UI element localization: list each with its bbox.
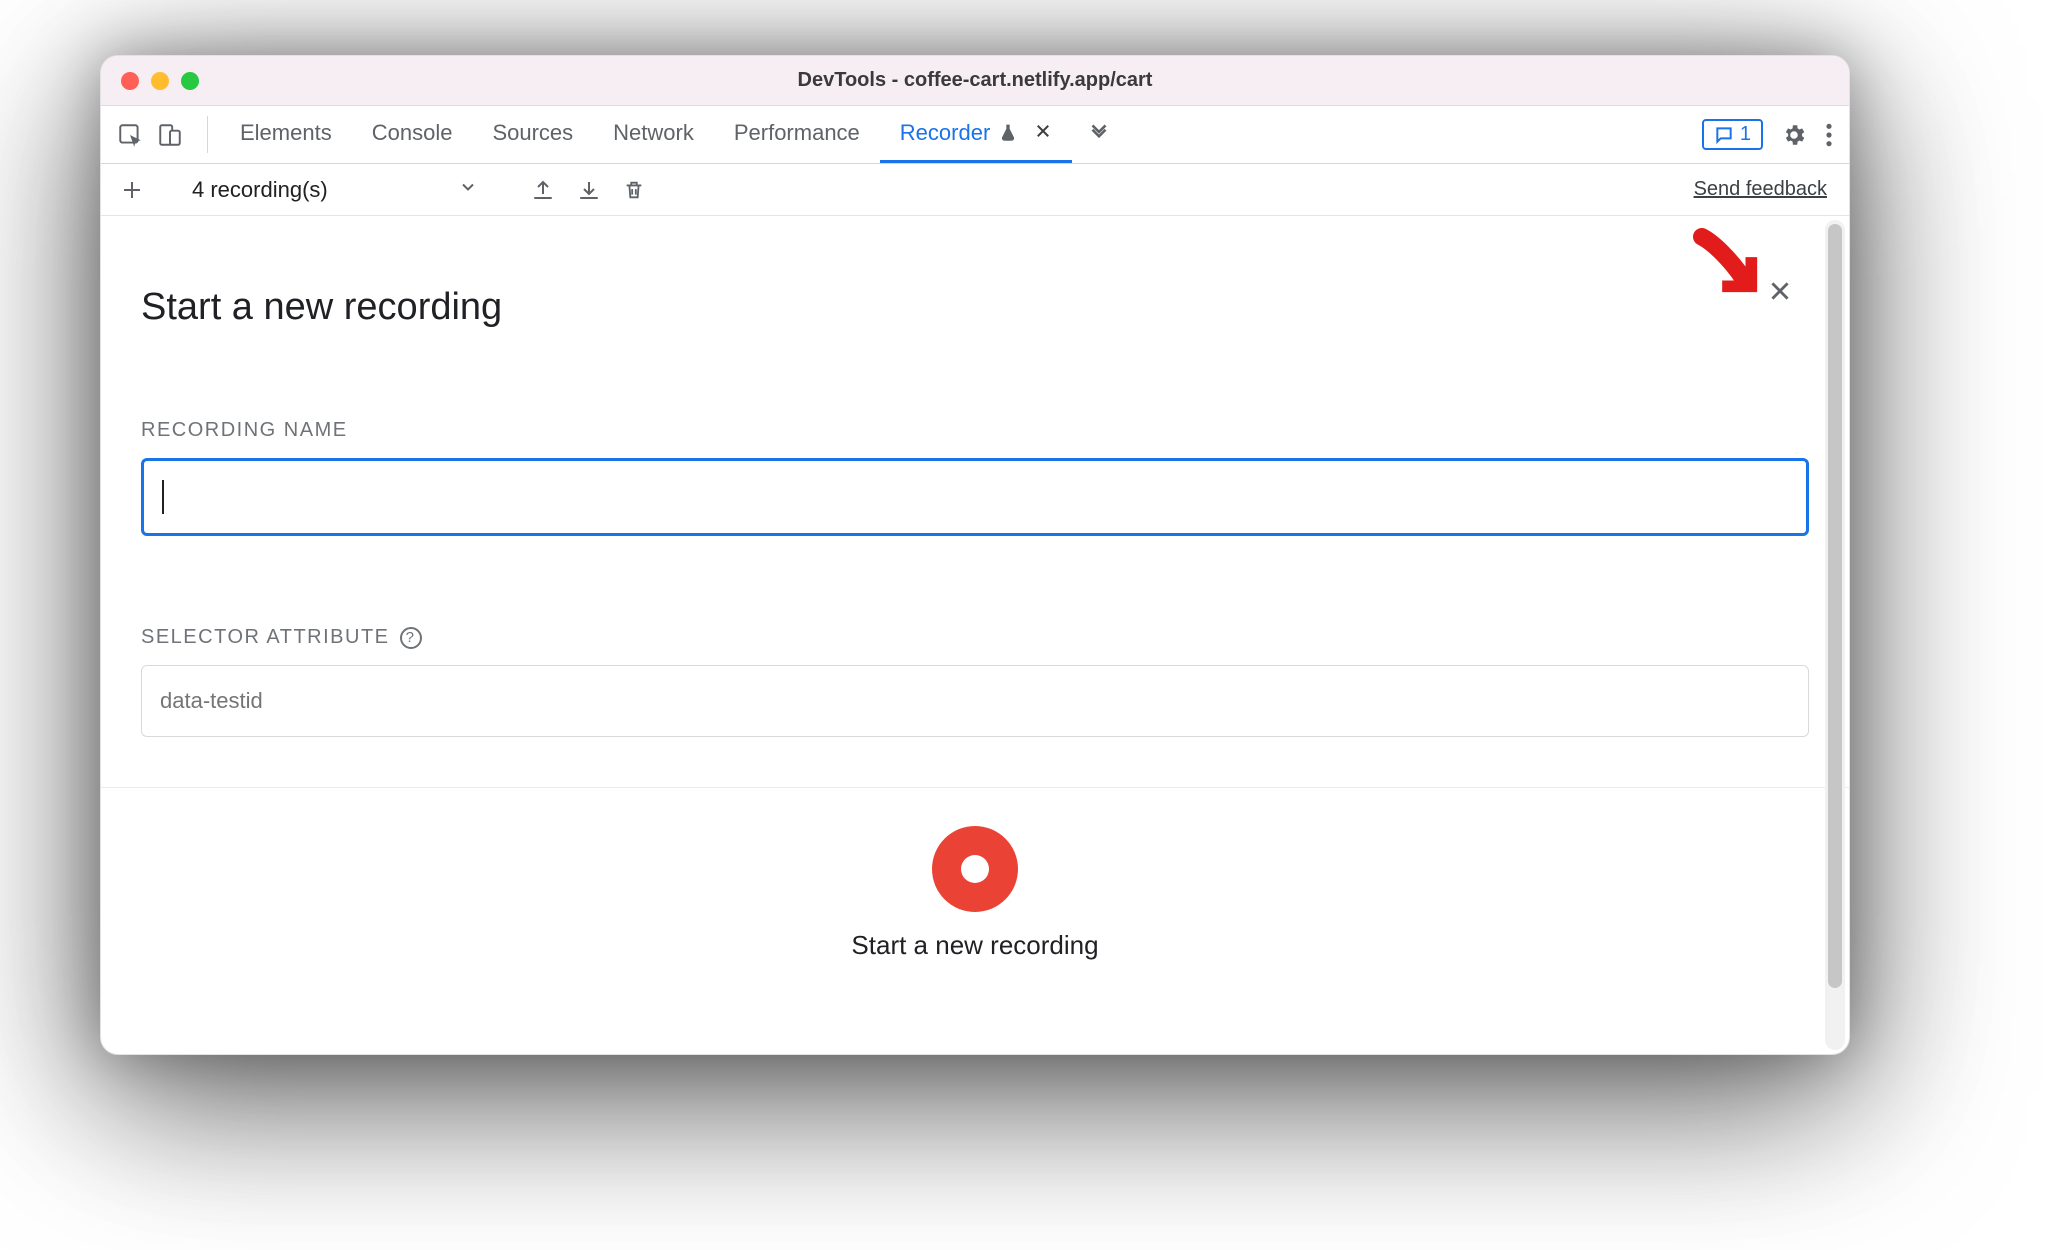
page-title: Start a new recording: [141, 286, 1809, 329]
tab-recorder[interactable]: Recorder: [880, 106, 1072, 163]
tab-label: Performance: [734, 120, 860, 146]
start-recording-panel: Start a new recording RECORDING NAME SEL…: [101, 216, 1849, 1054]
selector-attribute-label: SELECTOR ATTRIBUTE ?: [141, 626, 1809, 649]
selector-attribute-field: SELECTOR ATTRIBUTE ?: [141, 626, 1809, 737]
text-caret: [162, 480, 164, 514]
recorder-toolbar: 4 recording(s) S: [101, 164, 1849, 216]
tab-label: Sources: [492, 120, 573, 146]
inspect-icon[interactable]: [117, 122, 143, 148]
tab-label: Network: [613, 120, 694, 146]
devtools-window: DevTools - coffee-cart.netlify.app/cart: [100, 55, 1850, 1055]
chevron-down-icon: [458, 177, 478, 203]
help-icon[interactable]: ?: [400, 627, 422, 649]
tab-console[interactable]: Console: [352, 106, 473, 163]
scrollbar[interactable]: [1825, 220, 1845, 1050]
tab-label: Recorder: [900, 120, 990, 146]
settings-button[interactable]: [1781, 122, 1807, 148]
send-feedback-link[interactable]: Send feedback: [1694, 178, 1827, 201]
recordings-dropdown[interactable]: 4 recording(s): [186, 173, 488, 207]
tabs-overflow-button[interactable]: [1072, 106, 1126, 163]
start-area: Start a new recording: [141, 788, 1809, 961]
selector-attribute-label-text: SELECTOR ATTRIBUTE: [141, 626, 390, 649]
recording-name-field: RECORDING NAME: [141, 419, 1809, 536]
window-controls: [121, 72, 199, 90]
right-actions: 1: [1702, 106, 1839, 163]
recording-name-input[interactable]: [141, 458, 1809, 536]
tab-sources[interactable]: Sources: [472, 106, 593, 163]
window-title: DevTools - coffee-cart.netlify.app/cart: [101, 69, 1849, 92]
tab-network[interactable]: Network: [593, 106, 714, 163]
delete-icon[interactable]: [623, 178, 645, 202]
flask-icon: [998, 123, 1018, 143]
new-recording-button[interactable]: [115, 173, 149, 207]
minimize-window-button[interactable]: [151, 72, 169, 90]
issues-badge[interactable]: 1: [1702, 119, 1763, 150]
tab-label: Elements: [240, 120, 332, 146]
titlebar: DevTools - coffee-cart.netlify.app/cart: [101, 56, 1849, 106]
tab-elements[interactable]: Elements: [220, 106, 352, 163]
recording-name-label: RECORDING NAME: [141, 419, 1809, 442]
device-toggle-icon[interactable]: [157, 122, 183, 148]
record-dot-icon: [961, 855, 989, 883]
selector-attribute-input[interactable]: [141, 665, 1809, 737]
panel-tabs: Elements Console Sources Network Perform…: [220, 106, 1126, 163]
close-window-button[interactable]: [121, 72, 139, 90]
close-panel-button[interactable]: [1763, 274, 1797, 308]
tab-label: Console: [372, 120, 453, 146]
issues-count: 1: [1740, 123, 1751, 146]
tabs-row: Elements Console Sources Network Perform…: [101, 106, 1849, 164]
start-caption: Start a new recording: [851, 930, 1098, 961]
tab-performance[interactable]: Performance: [714, 106, 880, 163]
export-icon[interactable]: [531, 178, 555, 202]
maximize-window-button[interactable]: [181, 72, 199, 90]
record-button[interactable]: [932, 826, 1018, 912]
scrollbar-thumb[interactable]: [1828, 224, 1842, 988]
more-menu-button[interactable]: [1825, 122, 1833, 148]
content-area: Start a new recording RECORDING NAME SEL…: [101, 216, 1849, 1054]
separator: [207, 116, 208, 153]
import-icon[interactable]: [577, 178, 601, 202]
close-tab-icon[interactable]: [1034, 120, 1052, 146]
dropdown-label: 4 recording(s): [192, 177, 328, 203]
